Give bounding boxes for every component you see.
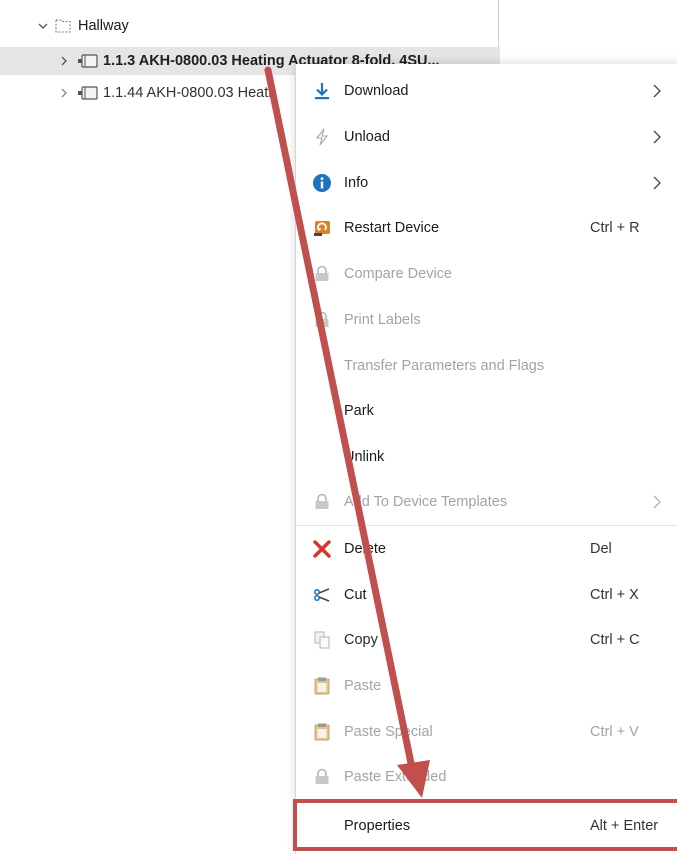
menu-shortcut: Alt + Enter: [590, 818, 659, 834]
menu-item-cut[interactable]: Cut Ctrl + X: [296, 575, 677, 615]
device-icon: [78, 54, 98, 68]
chevron-right-icon[interactable]: [57, 55, 71, 67]
menu-item-restart-device[interactable]: Restart Device Ctrl + R: [296, 208, 677, 248]
lock-icon: [312, 310, 332, 330]
lock-icon: [312, 264, 332, 284]
tree-item-device[interactable]: 1.1.44 AKH-0800.03 Heati: [57, 79, 271, 107]
menu-item-park[interactable]: Park: [296, 391, 677, 431]
copy-icon: [312, 630, 332, 650]
clipboard-icon: [312, 722, 332, 742]
submenu-arrow-icon: [653, 84, 661, 98]
menu-item-info[interactable]: Info: [296, 163, 677, 203]
info-icon: [312, 173, 332, 193]
submenu-arrow-icon: [653, 176, 661, 190]
clipboard-icon: [312, 676, 332, 696]
menu-item-print-labels[interactable]: Print Labels: [296, 300, 677, 340]
menu-label: Print Labels: [344, 312, 421, 328]
menu-label: Park: [344, 403, 374, 419]
menu-item-transfer-parameters[interactable]: Transfer Parameters and Flags: [296, 346, 677, 386]
menu-label: Paste Special: [344, 724, 433, 740]
menu-label: Cut: [344, 587, 367, 603]
menu-label: Transfer Parameters and Flags: [344, 358, 545, 374]
menu-label: Copy: [344, 632, 378, 648]
menu-item-properties[interactable]: Properties Alt + Enter: [296, 806, 677, 846]
menu-item-paste-extended[interactable]: Paste Extended: [296, 757, 677, 797]
chevron-right-icon[interactable]: [57, 87, 71, 99]
menu-shortcut: Ctrl + V: [590, 724, 639, 740]
menu-shortcut: Ctrl + R: [590, 220, 640, 236]
folder-outline-icon: [55, 19, 71, 33]
lock-icon: [312, 492, 332, 512]
context-menu: Download Unload Info Restart Device Ctrl…: [296, 64, 677, 854]
menu-separator: [296, 800, 677, 801]
scissors-icon: [312, 585, 332, 605]
menu-item-unload[interactable]: Unload: [296, 117, 677, 157]
device-icon: [78, 86, 98, 100]
chevron-down-icon[interactable]: [36, 20, 50, 32]
delete-icon: [312, 539, 332, 559]
menu-label: Unload: [344, 129, 390, 145]
menu-label: Restart Device: [344, 220, 440, 236]
menu-item-delete[interactable]: Delete Del: [296, 529, 677, 569]
menu-label: Paste Extended: [344, 769, 447, 785]
submenu-arrow-icon: [653, 130, 661, 144]
menu-item-add-to-device-templates[interactable]: Add To Device Templates: [296, 482, 677, 522]
menu-label: Download: [344, 83, 409, 99]
restart-icon: [312, 218, 332, 238]
menu-label: Unlink: [344, 449, 385, 465]
menu-shortcut: Ctrl + C: [590, 632, 640, 648]
tree-item-label: 1.1.44 AKH-0800.03 Heati: [103, 85, 272, 101]
menu-label: Add To Device Templates: [344, 494, 508, 510]
menu-shortcut: Ctrl + X: [590, 587, 639, 603]
menu-shortcut: Del: [590, 541, 612, 557]
menu-item-copy[interactable]: Copy Ctrl + C: [296, 620, 677, 660]
tree-item-hallway[interactable]: Hallway: [36, 12, 129, 40]
menu-separator: [296, 525, 677, 526]
menu-item-compare-device[interactable]: Compare Device: [296, 254, 677, 294]
menu-label: Delete: [344, 541, 386, 557]
unload-icon: [312, 127, 332, 147]
download-icon: [312, 81, 332, 101]
tree-item-label: Hallway: [78, 18, 129, 34]
menu-label: Compare Device: [344, 266, 452, 282]
menu-item-paste[interactable]: Paste: [296, 666, 677, 706]
menu-item-unlink[interactable]: Unlink: [296, 437, 677, 477]
lock-icon: [312, 767, 332, 787]
menu-item-paste-special[interactable]: Paste Special Ctrl + V: [296, 712, 677, 752]
menu-label: Properties: [344, 818, 411, 834]
submenu-arrow-icon: [653, 495, 661, 509]
menu-label: Info: [344, 175, 369, 191]
menu-item-download[interactable]: Download: [296, 71, 677, 111]
menu-label: Paste: [344, 678, 382, 694]
